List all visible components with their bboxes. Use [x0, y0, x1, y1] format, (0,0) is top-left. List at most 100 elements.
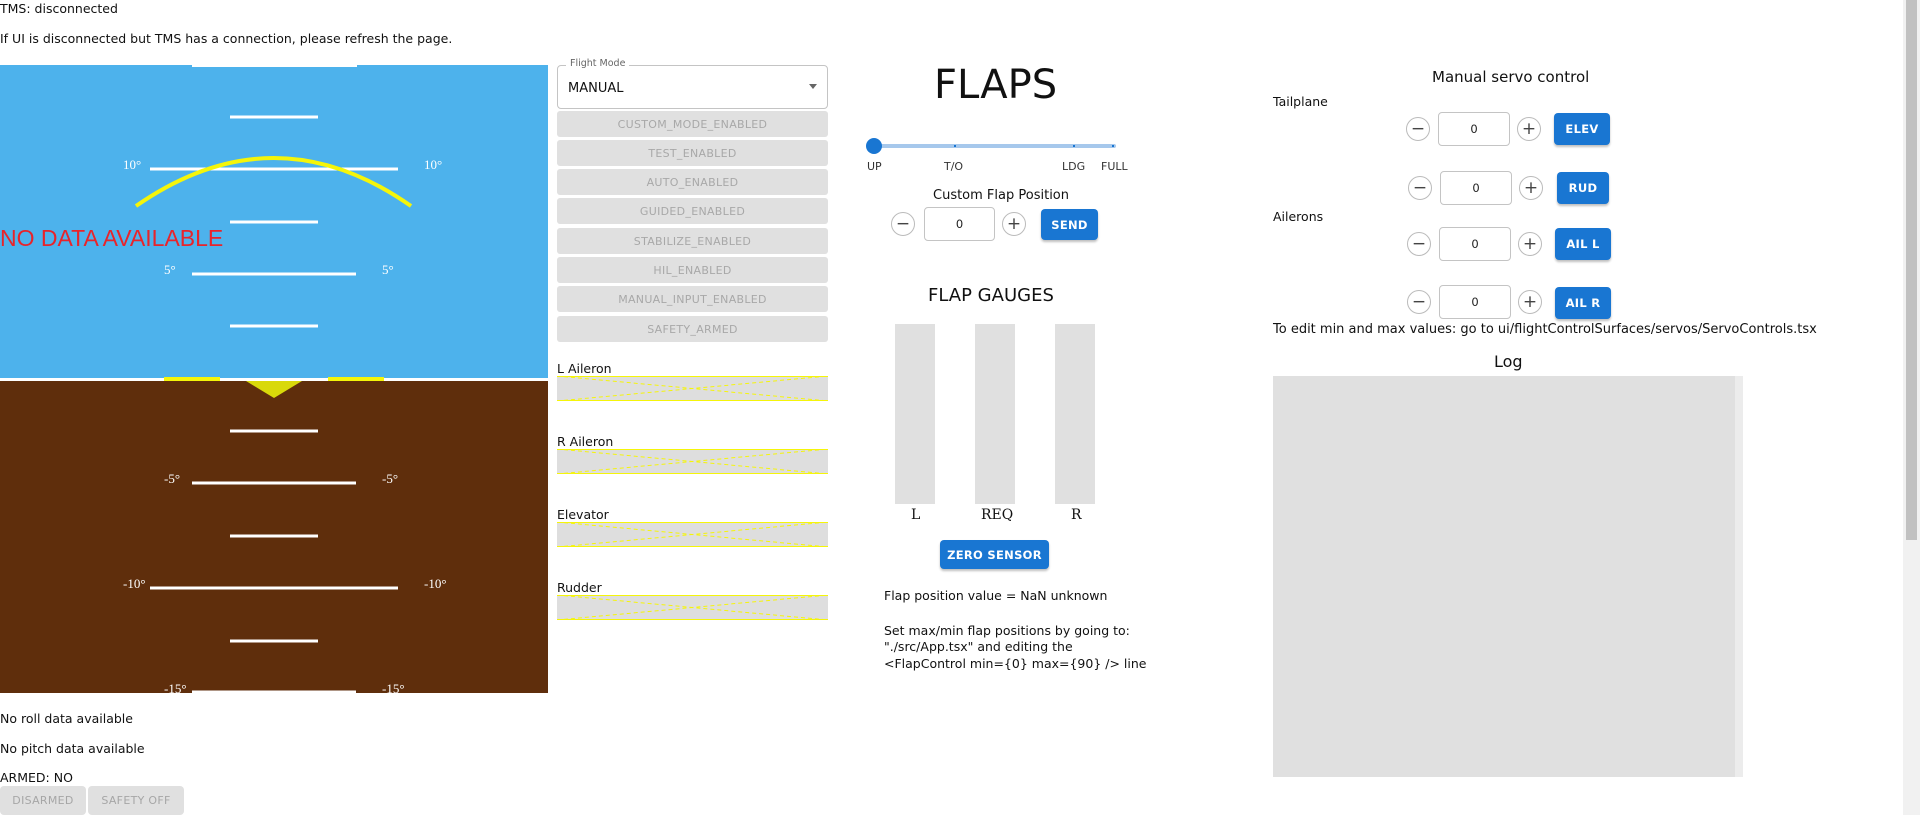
safety-off-button[interactable]: SAFETY OFF — [88, 786, 184, 815]
elev-decrement-button[interactable]: − — [1406, 117, 1430, 141]
rudder-bar — [557, 595, 828, 620]
tailplane-label: Tailplane — [1273, 94, 1328, 109]
flight-mode-value: MANUAL — [568, 81, 624, 96]
zero-sensor-button[interactable]: ZERO SENSOR — [940, 540, 1049, 569]
mode-stabilize-button[interactable]: STABILIZE_ENABLED — [557, 228, 828, 254]
plus-icon: + — [1522, 292, 1538, 312]
pitch-label-10-right: 10° — [424, 157, 442, 172]
gauge-l-label: L — [911, 507, 921, 523]
mode-test-button[interactable]: TEST_ENABLED — [557, 140, 828, 166]
l-aileron-bar — [557, 376, 828, 401]
plus-icon: + — [1522, 234, 1538, 254]
mode-guided-button[interactable]: GUIDED_ENABLED — [557, 198, 828, 224]
minus-icon: − — [1411, 292, 1427, 312]
attitude-indicator: 10° 10° 5° 5° -5° -5° -10° -10° -15° -15… — [0, 65, 548, 693]
ail-r-increment-button[interactable]: + — [1518, 290, 1542, 314]
ail-r-decrement-button[interactable]: − — [1407, 290, 1431, 314]
l-aileron-label: L Aileron — [557, 361, 612, 376]
send-button[interactable]: SEND — [1041, 209, 1098, 240]
slider-label-to: T/O — [944, 160, 964, 173]
servo-title: Manual servo control — [1432, 68, 1590, 86]
flap-increment-button[interactable]: + — [1002, 212, 1026, 236]
flap-slider-mark — [1073, 145, 1075, 147]
ail-l-button[interactable]: AIL L — [1555, 228, 1611, 260]
flap-slider-mark — [1112, 145, 1114, 147]
no-roll-text: No roll data available — [0, 711, 133, 726]
gauge-req — [975, 324, 1015, 504]
pitch-label-5-right: 5° — [382, 262, 394, 277]
pitch-label-neg15-left: -15° — [164, 681, 187, 693]
elevator-bar — [557, 522, 828, 547]
slider-label-full: FULL — [1101, 160, 1128, 173]
gauge-r-label: R — [1071, 507, 1082, 523]
servo-hint: To edit min and max values: go to ui/fli… — [1273, 322, 1817, 337]
no-pitch-text: No pitch data available — [0, 741, 145, 756]
slider-label-up: UP — [867, 160, 882, 173]
plus-icon: + — [1523, 178, 1539, 198]
flap-hint-line-2: "./src/App.tsx" and editing the — [884, 639, 1073, 654]
pitch-label-neg5-right: -5° — [382, 471, 398, 486]
flaps-title: FLAPS — [934, 62, 1058, 108]
elevator-label: Elevator — [557, 507, 609, 522]
ail-r-input[interactable]: 0 — [1439, 285, 1511, 319]
pitch-label-neg15-right: -15° — [382, 681, 405, 693]
ail-l-decrement-button[interactable]: − — [1407, 232, 1431, 256]
flap-hint-line-1: Set max/min flap positions by going to: — [884, 623, 1130, 638]
flap-gauges-title: FLAP GAUGES — [928, 285, 1054, 306]
no-data-message: NO DATA AVAILABLE — [0, 225, 223, 251]
custom-flap-input[interactable]: 0 — [924, 207, 995, 241]
minus-icon: − — [1411, 234, 1427, 254]
plus-icon: + — [1521, 119, 1537, 139]
horizon-marker-right — [328, 377, 384, 381]
chevron-down-icon — [809, 84, 817, 89]
ail-l-input[interactable]: 0 — [1439, 227, 1511, 261]
flap-slider-track[interactable] — [868, 144, 1116, 148]
gauge-l — [895, 324, 935, 504]
rud-increment-button[interactable]: + — [1519, 176, 1543, 200]
r-aileron-bar — [557, 449, 828, 474]
log-panel[interactable] — [1273, 376, 1743, 777]
disarmed-button[interactable]: DISARMED — [0, 786, 86, 815]
flight-mode-label: Flight Mode — [566, 58, 630, 69]
refresh-hint: If UI is disconnected but TMS has a conn… — [0, 31, 453, 46]
horizon-marker-left — [164, 377, 220, 381]
armed-status: ARMED: NO — [0, 770, 73, 785]
pitch-label-5-left: 5° — [164, 262, 176, 277]
rudder-label: Rudder — [557, 580, 602, 595]
ail-r-button[interactable]: AIL R — [1555, 287, 1611, 319]
rud-decrement-button[interactable]: − — [1408, 176, 1432, 200]
rud-button[interactable]: RUD — [1557, 172, 1609, 204]
r-aileron-label: R Aileron — [557, 434, 614, 449]
minus-icon: − — [1412, 178, 1428, 198]
gauge-r — [1055, 324, 1095, 504]
page-scrollbar-thumb[interactable] — [1906, 0, 1917, 540]
tms-status: TMS: disconnected — [0, 1, 118, 16]
minus-icon: − — [895, 214, 911, 234]
minus-icon: − — [1410, 119, 1426, 139]
custom-flap-label: Custom Flap Position — [933, 188, 1069, 203]
flap-slider-mark — [954, 145, 956, 147]
mode-safety-armed-button[interactable]: SAFETY_ARMED — [557, 316, 828, 342]
pitch-label-neg10-left: -10° — [123, 576, 146, 591]
gauge-req-label: REQ — [981, 507, 1014, 523]
plus-icon: + — [1006, 214, 1022, 234]
log-scrollbar[interactable] — [1735, 376, 1743, 777]
flap-hint-line-3: <FlapControl min={0} max={90} /> line — [884, 656, 1147, 671]
log-title: Log — [1494, 352, 1523, 371]
flap-decrement-button[interactable]: − — [891, 212, 915, 236]
elev-button[interactable]: ELEV — [1554, 113, 1610, 145]
slider-label-ldg: LDG — [1062, 160, 1086, 173]
mode-hil-button[interactable]: HIL_ENABLED — [557, 257, 828, 283]
pitch-label-10-left: 10° — [123, 157, 141, 172]
rud-input[interactable]: 0 — [1440, 171, 1512, 205]
flap-slider-thumb[interactable] — [866, 138, 882, 154]
ail-l-increment-button[interactable]: + — [1518, 232, 1542, 256]
elev-input[interactable]: 0 — [1438, 112, 1510, 146]
flight-mode-select[interactable]: Flight Mode MANUAL — [557, 58, 828, 109]
ailerons-label: Ailerons — [1273, 209, 1324, 224]
mode-manual-input-button[interactable]: MANUAL_INPUT_ENABLED — [557, 286, 828, 312]
mode-auto-button[interactable]: AUTO_ENABLED — [557, 169, 828, 195]
elev-increment-button[interactable]: + — [1517, 117, 1541, 141]
pitch-label-neg5-left: -5° — [164, 471, 180, 486]
mode-custom-button[interactable]: CUSTOM_MODE_ENABLED — [557, 111, 828, 137]
